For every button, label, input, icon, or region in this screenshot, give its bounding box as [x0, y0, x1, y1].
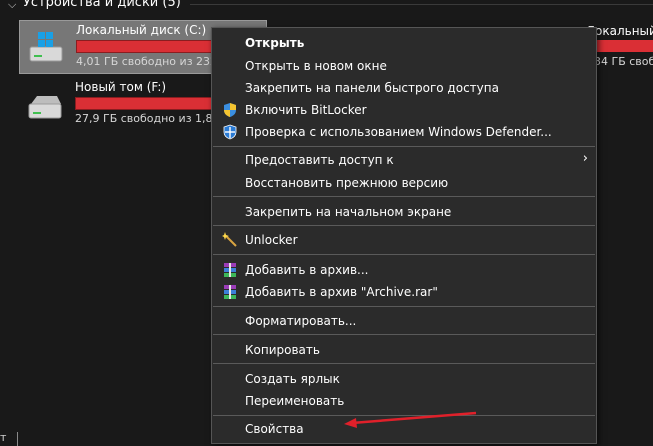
menu-item-label: Форматировать...: [245, 314, 357, 328]
menu-separator: [213, 196, 595, 197]
section-divider: [190, 4, 653, 5]
drive-right-free-space: 34 ГБ свободно: [594, 55, 653, 68]
menu-item-pin-start[interactable]: Закрепить на начальном экране: [212, 201, 596, 223]
context-menu: Открыть Открыть в новом окне Закрепить н…: [211, 27, 597, 444]
menu-item-label: Открыть в новом окне: [245, 59, 387, 73]
menu-item-label: Копировать: [245, 343, 320, 357]
menu-item-restore-previous[interactable]: Восстановить прежнюю версию: [212, 172, 596, 194]
menu-item-rename[interactable]: Переименовать: [212, 390, 596, 412]
chevron-down-icon[interactable]: ⌵: [8, 0, 16, 11]
menu-item-open[interactable]: Открыть: [212, 32, 596, 54]
winrar-icon: [224, 285, 236, 299]
menu-item-label: Закрепить на начальном экране: [245, 205, 452, 219]
menu-item-create-shortcut[interactable]: Создать ярлык: [212, 368, 596, 390]
menu-item-label: Unlocker: [245, 233, 298, 247]
windows-drive-icon: [29, 32, 63, 62]
menu-separator: [213, 306, 595, 307]
menu-item-bitlocker[interactable]: Включить BitLocker: [212, 99, 596, 121]
wand-icon: [222, 232, 237, 247]
menu-separator: [213, 225, 595, 226]
menu-item-label: Закрепить на панели быстрого доступа: [245, 81, 499, 95]
shield-icon: [224, 103, 236, 117]
menu-item-pin-quick-access[interactable]: Закрепить на панели быстрого доступа: [212, 77, 596, 99]
annotation-arrow-icon: [344, 411, 477, 428]
menu-item-unlocker[interactable]: Unlocker: [212, 229, 596, 251]
menu-separator: [213, 363, 595, 364]
menu-item-label: Проверка с использованием Windows Defend…: [245, 125, 552, 139]
winrar-icon: [224, 263, 236, 277]
menu-item-label: Включить BitLocker: [245, 103, 367, 117]
menu-item-label: Восстановить прежнюю версию: [245, 176, 449, 190]
menu-item-label: Свойства: [245, 422, 304, 436]
drive-c-name: Локальный диск (C:): [76, 23, 207, 37]
chevron-right-icon: ›: [582, 151, 588, 166]
menu-separator: [213, 254, 595, 255]
menu-separator: [213, 334, 595, 335]
menu-item-defender-scan[interactable]: Проверка с использованием Windows Defend…: [212, 121, 596, 143]
menu-item-share-with[interactable]: Предоставить доступ к ›: [212, 149, 596, 171]
menu-item-label: Добавить в архив "Archive.rar": [245, 285, 438, 299]
section-title: Устройства и диски (5): [23, 0, 181, 10]
status-separator: [17, 432, 18, 446]
menu-item-open-new-window[interactable]: Открыть в новом окне: [212, 55, 596, 77]
hard-drive-icon: [28, 96, 62, 119]
drive-right-usage-bar: [596, 40, 653, 52]
menu-item-label: Добавить в архив...: [245, 263, 369, 277]
menu-item-copy[interactable]: Копировать: [212, 339, 596, 361]
menu-item-label: Открыть: [245, 36, 305, 50]
menu-item-label: Предоставить доступ к: [245, 153, 394, 167]
menu-item-add-to-archive-rar[interactable]: Добавить в архив "Archive.rar": [212, 281, 596, 303]
defender-icon: [223, 124, 237, 140]
menu-item-add-to-archive[interactable]: Добавить в архив...: [212, 259, 596, 281]
menu-item-format[interactable]: Форматировать...: [212, 310, 596, 332]
status-text: т: [0, 431, 7, 444]
menu-item-label: Создать ярлык: [245, 372, 340, 386]
menu-item-label: Переименовать: [245, 394, 345, 408]
menu-separator: [213, 146, 595, 147]
section-header-devices[interactable]: ⌵ Устройства и диски (5): [0, 0, 653, 16]
drive-f-name: Новый том (F:): [75, 80, 167, 94]
